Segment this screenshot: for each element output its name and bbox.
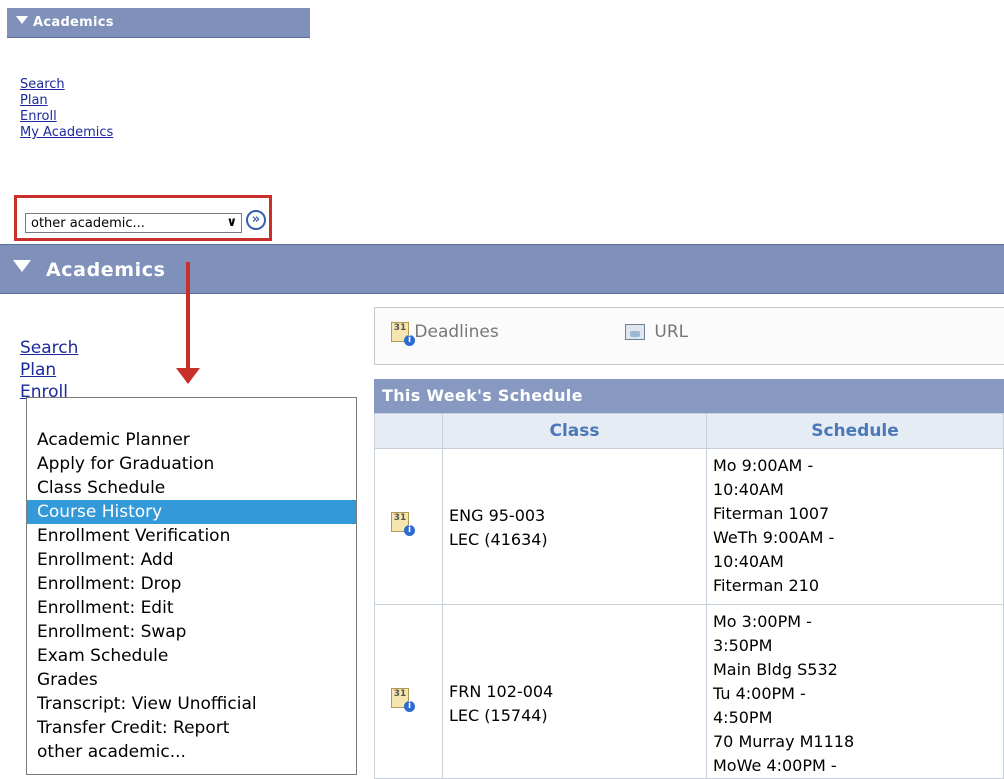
class-code: ENG 95-003 xyxy=(449,506,546,525)
icon-column-header xyxy=(374,413,443,449)
schedule-line: MoWe 4:00PM - xyxy=(713,756,837,775)
dropdown-option-selected[interactable]: Course History xyxy=(27,500,356,524)
schedule-line: Fiterman 210 xyxy=(713,576,820,595)
dropdown-option[interactable]: Apply for Graduation xyxy=(27,452,356,476)
dropdown-option[interactable]: Enrollment: Drop xyxy=(27,572,356,596)
schedule-line: 4:50PM xyxy=(713,708,773,727)
class-code: FRN 102-004 xyxy=(449,682,554,701)
search-link[interactable]: Search xyxy=(20,77,113,93)
calendar-info-icon: 31 i xyxy=(391,322,415,346)
deadlines-label: Deadlines xyxy=(414,322,499,342)
table-row-class-cell: FRN 102-004 LEC (15744) xyxy=(442,604,707,779)
dropdown-option[interactable]: Academic Planner xyxy=(27,428,356,452)
url-label: URL xyxy=(654,322,689,342)
search-link[interactable]: Search xyxy=(20,337,78,359)
url-icon xyxy=(625,324,645,340)
academics-header-small[interactable]: Academics xyxy=(7,8,310,38)
schedule-line: 10:40AM xyxy=(713,480,784,499)
plan-link[interactable]: Plan xyxy=(20,359,78,381)
academics-title-large: Academics xyxy=(46,259,166,281)
class-section: LEC (41634) xyxy=(449,530,548,549)
annotation-arrow-shaft xyxy=(186,262,190,382)
dropdown-option[interactable]: Exam Schedule xyxy=(27,644,356,668)
dropdown-option[interactable]: Class Schedule xyxy=(27,476,356,500)
annotation-arrow-head-icon xyxy=(176,368,200,384)
table-row-class-cell: ENG 95-003 LEC (41634) xyxy=(442,448,707,605)
url-button[interactable]: URL xyxy=(625,322,688,342)
dropdown-option[interactable]: Grades xyxy=(27,668,356,692)
table-row-schedule-cell: Mo 3:00PM - 3:50PM Main Bldg S532 Tu 4:0… xyxy=(706,604,1004,779)
class-section: LEC (15744) xyxy=(449,706,548,725)
plan-link[interactable]: Plan xyxy=(20,93,113,109)
dropdown-option[interactable]: Transfer Credit: Report xyxy=(27,716,356,740)
schedule-line: Fiterman 1007 xyxy=(713,504,830,523)
enroll-link[interactable]: Enroll xyxy=(20,109,113,125)
schedule-line: 70 Murray M1118 xyxy=(713,732,855,751)
other-academic-dropdown-list[interactable]: Academic Planner Apply for Graduation Cl… xyxy=(26,397,357,775)
table-row-icon-cell: 31 i xyxy=(374,604,443,779)
collapse-triangle-icon[interactable] xyxy=(16,16,28,24)
class-details-icon[interactable]: 31 i xyxy=(391,512,415,536)
my-academics-link[interactable]: My Academics xyxy=(20,125,113,141)
schedule-line: 10:40AM xyxy=(713,552,784,571)
schedule-line: Mo 3:00PM - xyxy=(713,612,812,631)
dropdown-option[interactable]: Enrollment: Swap xyxy=(27,620,356,644)
dropdown-option[interactable]: other academic... xyxy=(27,740,356,764)
schedule-line: Mo 9:00AM - xyxy=(713,456,814,475)
deadlines-button[interactable]: 31 i Deadlines xyxy=(391,322,499,346)
schedule-line: WeTh 9:00AM - xyxy=(713,528,835,547)
dropdown-option[interactable]: Transcript: View Unofficial xyxy=(27,692,356,716)
schedule-title: This Week's Schedule xyxy=(374,379,1004,413)
highlight-box xyxy=(14,195,272,241)
dropdown-option[interactable]: Enrollment: Add xyxy=(27,548,356,572)
schedule-line: Main Bldg S532 xyxy=(713,660,838,679)
schedule-column-header: Schedule xyxy=(706,413,1004,449)
academics-links-large: Search Plan Enroll xyxy=(20,337,78,403)
schedule-line: 3:50PM xyxy=(713,636,773,655)
academics-title-small: Academics xyxy=(33,15,114,30)
schedule-line: Tu 4:00PM - xyxy=(713,684,806,703)
collapse-triangle-icon[interactable] xyxy=(13,260,31,272)
academics-links-small: Search Plan Enroll My Academics xyxy=(20,77,113,141)
dropdown-option[interactable]: Enrollment: Edit xyxy=(27,596,356,620)
table-row-schedule-cell: Mo 9:00AM - 10:40AM Fiterman 1007 WeTh 9… xyxy=(706,448,1004,605)
table-row-icon-cell: 31 i xyxy=(374,448,443,605)
academics-toolbar: 31 i Deadlines URL xyxy=(374,307,1004,365)
weekly-schedule-table: This Week's Schedule Class Schedule 31 i … xyxy=(374,379,1004,779)
class-column-header: Class xyxy=(442,413,707,449)
academics-header-large[interactable]: Academics xyxy=(0,244,1004,294)
dropdown-option[interactable]: Enrollment Verification xyxy=(27,524,356,548)
class-details-icon[interactable]: 31 i xyxy=(391,688,415,712)
